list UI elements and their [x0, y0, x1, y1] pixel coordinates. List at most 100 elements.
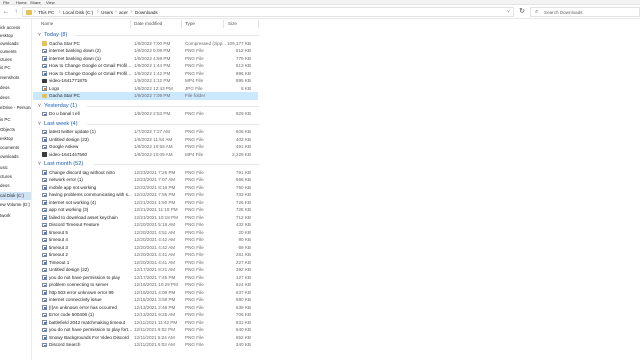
file-row[interactable]: internet banking down (2) 1/9/2022 5:08 P…	[33, 47, 258, 55]
file-row[interactable]: timeout 5 12/20/2021 4:51 AM PNG File 20 KB	[33, 229, 258, 237]
group-header[interactable]: ˅ Last month (52)	[38, 160, 83, 168]
sidebar-item-3d-objects[interactable]: Objects	[0, 126, 31, 134]
file-row[interactable]: Timeout 1 12/20/2021 4:41 AM PNG File 227 K…	[33, 259, 258, 267]
up-arrow-icon[interactable]: ↑	[12, 8, 20, 16]
file-row[interactable]: network error (1) 12/23/2021 7:07 AM PNG F…	[33, 176, 258, 184]
sidebar-item-videos-2[interactable]: deos	[0, 94, 31, 102]
group-header[interactable]: ˅ Last week (4)	[38, 120, 78, 128]
file-name: problem connecting to server	[49, 282, 109, 287]
file-row[interactable]: Discord Search 12/11/2021 5:03 AM PNG File…	[33, 341, 258, 349]
column-header-name[interactable]: Name	[41, 19, 53, 29]
sidebar-item-documents-2[interactable]: ocuments	[0, 144, 31, 152]
sidebar-item-onedrive[interactable]: eDrive - Personal	[0, 104, 31, 112]
file-row[interactable]: battlefield 2042 matchmaking timeout 12/1…	[33, 319, 258, 327]
file-row[interactable]: timeout 4 12/20/2021 4:42 AM PNG File 90 KB	[33, 236, 258, 244]
back-icon[interactable]: ←	[2, 8, 10, 16]
chevron-right-icon: ›	[131, 9, 133, 15]
file-row[interactable]: problem connecting to server 12/16/2021 1…	[33, 281, 258, 289]
file-row[interactable]: having problems communicating with s... 1…	[33, 191, 258, 199]
sidebar-item-screenshots[interactable]: reenshots	[0, 74, 31, 82]
sidebar-item-downloads[interactable]: ownloads	[0, 40, 31, 48]
column-header-date[interactable]: Date modified	[134, 19, 162, 29]
column-divider[interactable]	[258, 20, 259, 28]
file-row[interactable]: Logo 1/9/2022 12:43 PM JPG File 8 KB	[33, 85, 258, 93]
file-row[interactable]: you do not have permission to play 12/17/…	[33, 274, 258, 282]
file-row[interactable]: internet connectivity issue 12/15/2021 3:…	[33, 296, 258, 304]
file-row[interactable]: Change discord tag without nitro 12/23/20…	[33, 169, 258, 177]
sidebar-item-pictures[interactable]: ctures	[0, 56, 31, 64]
file-row[interactable]: Snowy Backgrounds For Video Discord 12/11…	[33, 334, 258, 342]
sidebar-item-this-pc[interactable]: is PC	[0, 64, 31, 72]
file-size: 613 KB	[235, 63, 251, 68]
sidebar-item-desktop[interactable]: esktop	[0, 32, 31, 40]
breadcrumb-users[interactable]: Users	[101, 10, 113, 15]
file-row[interactable]: How to Change Google or Gmail Profile ..…	[33, 70, 258, 78]
file-row[interactable]: latest twitter update (1) 1/7/2022 7:27 A…	[33, 128, 258, 136]
column-divider[interactable]	[223, 20, 224, 28]
file-row[interactable]: mobile app not working 12/22/2021 8:16 PM…	[33, 184, 258, 192]
file-row[interactable]: timeout 2 12/20/2021 4:41 AM PNG File 281 K…	[33, 251, 258, 259]
file-date: 12/16/2021 10:29 PM	[134, 282, 178, 287]
file-date: 12/11/2021 8:02 PM	[134, 327, 176, 332]
file-row[interactable]: How to Change Google or Gmail Profile ..…	[33, 62, 258, 70]
column-divider[interactable]	[181, 20, 182, 28]
mp4-file-icon	[42, 152, 47, 157]
sidebar-item-music[interactable]: usic	[0, 164, 31, 172]
sidebar-item-videos[interactable]: deos	[0, 84, 31, 92]
file-row[interactable]: Discord Timeout Feature 12/20/2021 5:18 A…	[33, 221, 258, 229]
group-header[interactable]: ˅ Yesterday (1)	[38, 102, 77, 110]
file-row[interactable]: Do u banal t ell 1/8/2022 2:53 PM PNG File…	[33, 110, 258, 118]
sidebar-item-documents[interactable]: cuments	[0, 48, 31, 56]
sidebar-item-network[interactable]: twork	[0, 212, 31, 220]
breadcrumb-acer[interactable]: acer	[119, 10, 128, 15]
search-input[interactable]: ⌕ Search Downloads	[530, 7, 640, 17]
file-row[interactable]: Gacha Star PC 1/9/2022 7:00 PM Compressed …	[33, 40, 258, 48]
file-date: 1/9/2022 7:09 PM	[134, 93, 171, 98]
file-row[interactable]: internet banking down (1) 1/9/2022 4:59 P…	[33, 55, 258, 63]
file-row[interactable]: failed to download asset keychain 12/21/2…	[33, 214, 258, 222]
zip-file-icon	[42, 41, 47, 46]
file-row[interactable]: you do not have permission to play fortn…	[33, 326, 258, 334]
file-row[interactable]: Gacha Star PC 1/9/2022 7:09 PM File folder	[33, 92, 258, 100]
refresh-icon[interactable]: ↻	[518, 8, 526, 16]
sidebar-item-videos-3[interactable]: deos	[0, 182, 31, 190]
png-file-icon	[42, 200, 47, 205]
file-row[interactable]: [!]An unknown error has occurred 12/13/20…	[33, 304, 258, 312]
sidebar-item-quick-access[interactable]: ick access	[0, 24, 31, 32]
file-row[interactable]: http 503 error unknown error 99 12/15/202…	[33, 289, 258, 297]
file-row[interactable]: internet not working (4) 12/21/2021 1:50 …	[33, 199, 258, 207]
png-file-icon	[42, 222, 47, 227]
file-date: 12/13/2021 2:46 PM	[134, 304, 176, 310]
breadcrumb-downloads[interactable]: Downloads	[135, 10, 158, 15]
breadcrumb[interactable]: › This PC › Local Disk (C:) › Users › ac…	[22, 7, 514, 17]
sidebar-item-new-volume[interactable]: ew Volume (D:)	[0, 201, 31, 209]
sidebar-item-desktop-2[interactable]: esktop	[0, 135, 31, 143]
file-type: PNG File	[185, 334, 204, 340]
column-header-size[interactable]: Size	[228, 19, 237, 29]
file-size: 606 KB	[235, 129, 251, 134]
file-row[interactable]: Untitled design (23) 1/6/2022 11:54 AM PNG…	[33, 136, 258, 144]
sidebar-item-pictures-2[interactable]: ctures	[0, 173, 31, 181]
sidebar-item-local-disk[interactable]: cal Disk (C:)	[0, 192, 31, 200]
group-label: Last week (4)	[44, 120, 78, 127]
column-divider[interactable]	[130, 20, 131, 28]
file-row[interactable]: video-1641771875 1/9/2022 1:12 PM MP4 File…	[33, 77, 258, 85]
group-header[interactable]: ˅ Today (8)	[38, 31, 67, 39]
sidebar-item-this-pc-2[interactable]: is PC	[0, 116, 31, 124]
file-row[interactable]: Untitled design (22) 12/17/2021 8:21 AM PN…	[33, 266, 258, 274]
file-name: latest twitter update (1)	[49, 129, 96, 134]
file-row[interactable]: video-1641447560 1/6/2022 10:09 AM MP4 Fil…	[33, 151, 258, 159]
file-row[interactable]: timeout 3 12/20/2021 4:42 AM PNG File 69 KB	[33, 244, 258, 252]
file-row[interactable]: Google Askew 1/6/2022 10:56 AM PNG File 491…	[33, 143, 258, 151]
chevron-down-icon[interactable]: ˅	[507, 9, 510, 15]
sidebar-item-downloads-2[interactable]: ownloads	[0, 153, 31, 161]
file-type: PNG File	[185, 297, 204, 302]
file-type: PNG File	[185, 192, 204, 197]
file-size: 281 KB	[235, 252, 251, 257]
file-date: 12/20/2021 5:18 AM	[134, 222, 176, 227]
column-header-type[interactable]: Type	[185, 19, 195, 29]
file-row[interactable]: Error code 500406 (1) 12/13/2021 9:25 AM P…	[33, 311, 258, 319]
file-row[interactable]: app not working (3) 12/21/2021 11:19 PM PN…	[33, 206, 258, 214]
breadcrumb-local-disk[interactable]: Local Disk (C:)	[63, 10, 93, 15]
breadcrumb-this-pc[interactable]: This PC	[38, 10, 54, 15]
